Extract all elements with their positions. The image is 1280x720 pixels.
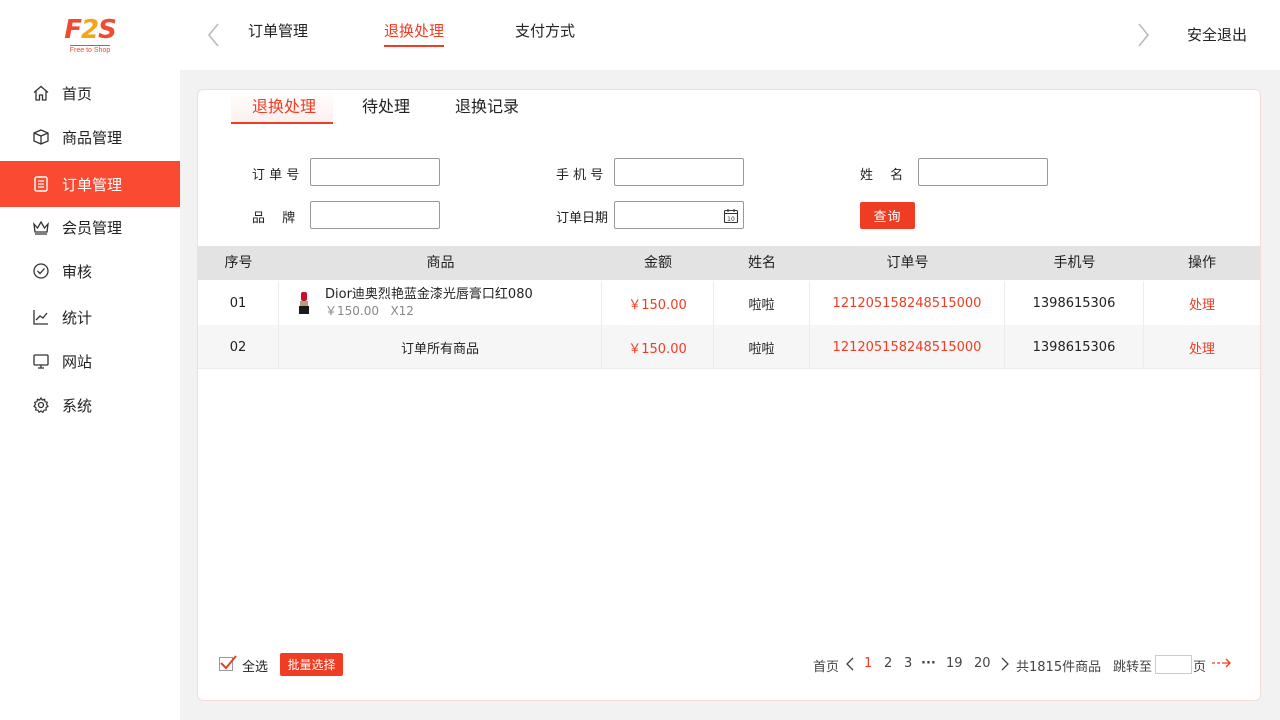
column-header-action: 操作 (1188, 255, 1216, 271)
product-name: Dior迪奥烈艳蓝金漆光唇膏口红080 (325, 287, 533, 302)
chevron-right-icon[interactable] (1137, 22, 1151, 48)
row-index: 02 (198, 325, 279, 369)
top-navigation: 订单管理 退换处理 支付方式 安全退出 (180, 0, 1280, 70)
subtab-return-records[interactable]: 退换记录 (455, 96, 519, 124)
calendar-icon[interactable]: 10 (723, 208, 739, 224)
row-process-link[interactable]: 处理 (1144, 325, 1260, 369)
pagination-page-2[interactable]: 2 (884, 656, 892, 671)
tab-return-processing[interactable]: 退换处理 (384, 20, 445, 47)
jump-to-label: 跳转至 (1113, 660, 1153, 675)
brand-input[interactable] (310, 201, 440, 229)
product-cell: 订单所有商品 (279, 325, 602, 369)
sidebar-item-label: 审核 (62, 262, 93, 281)
select-all-checkbox[interactable] (219, 655, 237, 671)
logo-tagline: Free to Shop (69, 45, 111, 54)
pagination-total: 共1815件商品 (1016, 660, 1102, 675)
pagination-page-1[interactable]: 1 (864, 656, 872, 671)
lipstick-image (297, 291, 311, 315)
sidebar-item-website[interactable]: 网站 (0, 338, 180, 384)
sidebar-item-products[interactable]: 商品管理 (0, 114, 180, 160)
row-divider (198, 368, 1260, 369)
row-amount: ￥150.00 (602, 281, 714, 325)
logo-mark: F2S (64, 15, 117, 45)
row-index: 01 (198, 281, 279, 325)
sidebar-item-label: 首页 (62, 84, 93, 103)
phone-input[interactable] (614, 158, 744, 186)
table-header: 序号 商品 金额 姓名 订单号 手机号 操作 (198, 246, 1260, 280)
sidebar-item-system[interactable]: 系统 (0, 382, 180, 428)
brand-logo: F2S Free to Shop (0, 0, 180, 70)
order-number-input[interactable] (310, 158, 440, 186)
box-icon (32, 128, 50, 146)
sidebar-item-orders[interactable]: 订单管理 (0, 161, 180, 207)
jump-page-input[interactable] (1155, 655, 1192, 674)
active-subtab-indicator (231, 122, 333, 124)
order-number-label: 订 单 号 (252, 168, 300, 183)
row-phone: 1398615306 (1005, 325, 1144, 369)
name-label: 姓 名 (860, 168, 904, 183)
row-customer-name: 啦啦 (714, 325, 810, 369)
product-price-quantity: ￥150.00 X12 (325, 304, 414, 318)
row-process-link[interactable]: 处理 (1144, 281, 1260, 325)
table-row: 01 Dior迪奥烈艳蓝金漆光唇膏口红080 ￥150.00 X12 ￥150.… (198, 281, 1260, 325)
crown-icon (32, 218, 50, 236)
tab-payment-methods[interactable]: 支付方式 (515, 20, 575, 45)
sidebar: 首页 商品管理 订单管理 会员管理 审核 统计 网站 系统 (0, 70, 180, 720)
subtab-pending[interactable]: 待处理 (362, 96, 410, 124)
select-all-label[interactable]: 全选 (242, 656, 268, 675)
chevron-right-icon[interactable] (1000, 657, 1010, 671)
product-cell: Dior迪奥烈艳蓝金漆光唇膏口红080 ￥150.00 X12 (279, 281, 602, 325)
column-header-order-number: 订单号 (886, 255, 929, 271)
row-order-number[interactable]: 121205158248515000 (810, 325, 1005, 369)
sidebar-item-home[interactable]: 首页 (0, 70, 180, 116)
gear-icon (32, 396, 50, 414)
table-row: 02 订单所有商品 ￥150.00 啦啦 121205158248515000 … (198, 325, 1260, 369)
chevron-left-icon[interactable] (845, 657, 855, 671)
row-phone: 1398615306 (1005, 281, 1144, 325)
tab-order-management[interactable]: 订单管理 (248, 20, 308, 45)
page-unit-label: 页 (1193, 660, 1207, 675)
sidebar-item-label: 订单管理 (62, 175, 123, 194)
sidebar-item-label: 商品管理 (62, 128, 123, 147)
column-header-product: 商品 (426, 255, 455, 271)
check-circle-icon (32, 262, 50, 280)
main-panel: 退换处理 待处理 退换记录 订 单 号 手 机 号 姓 名 品 牌 订单日期 1… (197, 89, 1261, 701)
column-header-index: 序号 (224, 255, 253, 271)
sidebar-item-members[interactable]: 会员管理 (0, 204, 180, 250)
pagination-page-19[interactable]: 19 (946, 656, 963, 671)
column-header-amount: 金额 (644, 255, 672, 271)
row-order-number[interactable]: 121205158248515000 (810, 281, 1005, 325)
name-input[interactable] (918, 158, 1048, 186)
column-header-name: 姓名 (748, 255, 776, 271)
pagination-ellipsis: ··· (921, 656, 936, 671)
sidebar-item-label: 统计 (62, 308, 93, 327)
home-icon (32, 84, 50, 102)
sidebar-item-label: 系统 (62, 396, 93, 415)
pagination-first-page[interactable]: 首页 (813, 656, 839, 675)
subtab-return-processing[interactable]: 退换处理 (252, 96, 316, 124)
brand-label: 品 牌 (252, 211, 296, 226)
column-header-phone: 手机号 (1053, 255, 1096, 271)
pagination-page-20[interactable]: 20 (974, 656, 991, 671)
phone-label: 手 机 号 (556, 168, 604, 183)
monitor-icon (32, 352, 50, 370)
sidebar-item-statistics[interactable]: 统计 (0, 294, 180, 340)
calendar-day: 10 (727, 216, 735, 223)
logout-link[interactable]: 安全退出 (1187, 24, 1247, 45)
pagination-page-3[interactable]: 3 (904, 656, 912, 671)
order-date-label: 订单日期 (556, 211, 609, 226)
chart-line-icon (32, 308, 50, 326)
go-arrow-icon[interactable] (1211, 656, 1233, 670)
sidebar-item-label: 网站 (62, 352, 93, 371)
sidebar-item-review[interactable]: 审核 (0, 248, 180, 294)
row-customer-name: 啦啦 (714, 281, 810, 325)
sidebar-item-label: 会员管理 (62, 218, 123, 237)
row-amount: ￥150.00 (602, 325, 714, 369)
document-icon (32, 175, 50, 193)
query-button[interactable]: 查询 (860, 202, 915, 229)
batch-select-button[interactable]: 批量选择 (280, 653, 343, 676)
chevron-left-icon[interactable] (206, 22, 220, 48)
